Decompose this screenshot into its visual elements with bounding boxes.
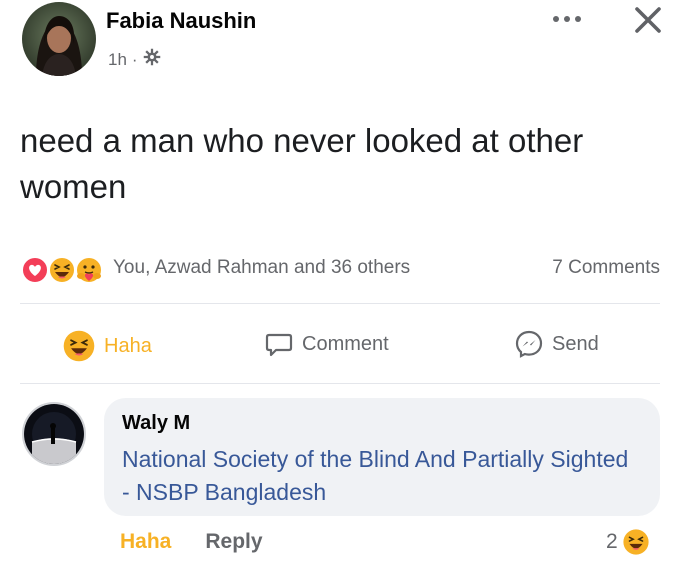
commenter-name[interactable]: Waly M xyxy=(122,412,642,435)
post-meta: 1h · xyxy=(108,48,161,71)
post-text: need a man who never looked at other wom… xyxy=(20,122,584,205)
reaction-summary[interactable]: You, Azwad Rahman and 36 others xyxy=(113,257,410,279)
comment-haha-button[interactable]: Haha xyxy=(120,530,171,554)
comment-actions: Haha Reply xyxy=(120,530,263,554)
haha-icon xyxy=(48,256,76,284)
comments-count[interactable]: 7 Comments xyxy=(552,257,660,279)
haha-label: Haha xyxy=(104,334,152,357)
messenger-icon xyxy=(515,330,543,358)
comment-label: Comment xyxy=(302,332,389,355)
love-icon xyxy=(21,256,49,284)
action-bar: Haha Comment Send xyxy=(20,321,660,371)
divider xyxy=(20,383,660,384)
haha-icon xyxy=(623,529,649,555)
author-name[interactable]: Fabia Naushin xyxy=(106,8,256,34)
haha-button[interactable]: Haha xyxy=(62,329,152,363)
meta-separator: · xyxy=(131,49,138,69)
close-button[interactable] xyxy=(628,0,668,40)
comment-text[interactable]: National Society of the Blind And Partia… xyxy=(122,443,642,509)
reaction-icons[interactable] xyxy=(20,255,103,285)
settings-gear-icon xyxy=(143,48,161,71)
comment-bubble: Waly M National Society of the Blind And… xyxy=(104,398,660,516)
post-time[interactable]: 1h xyxy=(108,50,127,70)
commenter-avatar[interactable] xyxy=(22,402,86,466)
comment-icon xyxy=(265,333,293,357)
care-icon xyxy=(75,256,103,284)
send-label: Send xyxy=(552,332,599,355)
comment-reaction-number: 2 xyxy=(606,530,618,553)
more-options-button[interactable] xyxy=(550,6,584,32)
author-avatar[interactable] xyxy=(22,2,96,76)
send-button[interactable]: Send xyxy=(514,329,599,359)
post-header: Fabia Naushin 1h · xyxy=(22,2,672,82)
more-dots-icon xyxy=(553,16,581,22)
comment-reaction-count[interactable]: 2 xyxy=(606,528,650,556)
comment-reply-button[interactable]: Reply xyxy=(205,530,262,554)
comment-button[interactable]: Comment xyxy=(264,329,389,359)
haha-icon xyxy=(63,330,95,362)
close-icon xyxy=(635,7,661,33)
reactions-row: You, Azwad Rahman and 36 others 7 Commen… xyxy=(20,251,660,285)
divider xyxy=(20,303,660,304)
